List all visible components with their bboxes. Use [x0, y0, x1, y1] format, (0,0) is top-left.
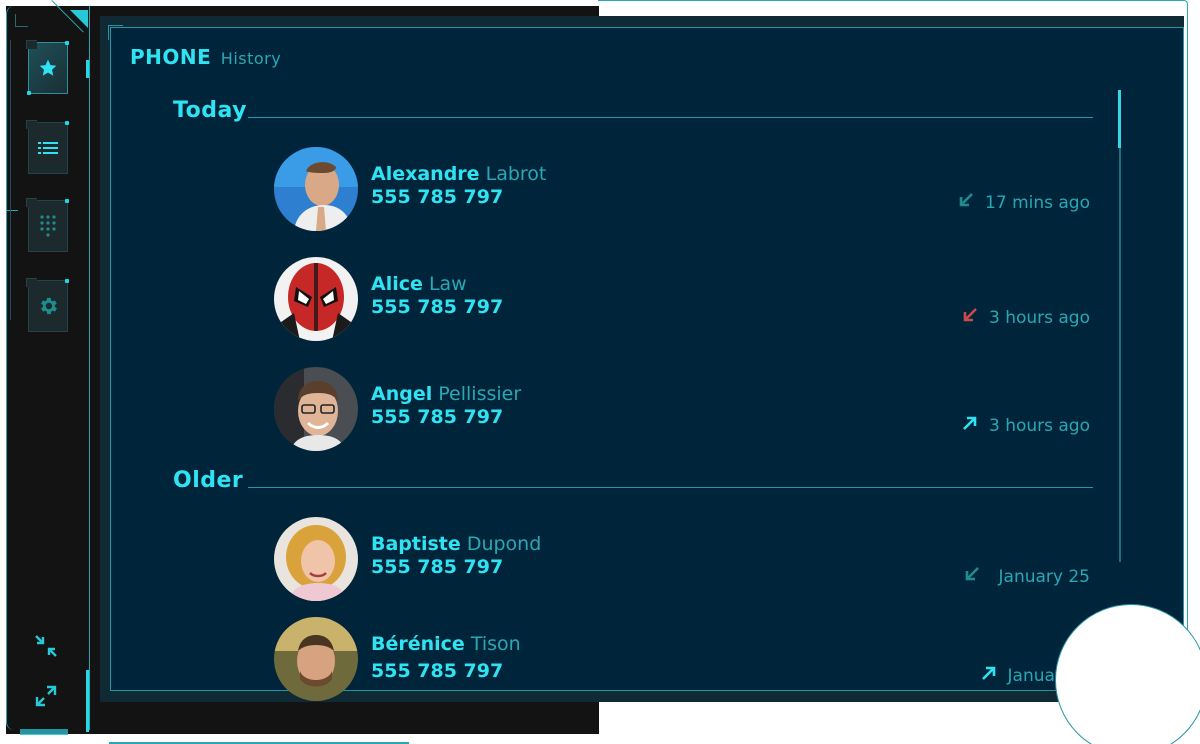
sidebar-bottom-accent	[20, 729, 68, 735]
avatar	[274, 517, 358, 601]
contact-first-name: Baptiste	[371, 533, 461, 555]
contact-phone: 555 785 797	[371, 296, 504, 318]
contact-first-name: Bérénice	[371, 633, 465, 655]
dialpad-icon	[39, 214, 57, 238]
contact-first-name: Alice	[371, 273, 423, 295]
nav-settings-button[interactable]	[26, 278, 69, 332]
sidebar	[6, 6, 90, 730]
contact-phone: 555 785 797	[371, 556, 504, 578]
nav-favorites-button[interactable]	[26, 40, 69, 95]
contact-last-name: Dupond	[466, 533, 542, 555]
contact-name: Angel Pellissier	[371, 383, 521, 405]
collapse-icon	[33, 633, 59, 663]
sidebar-accent	[86, 670, 89, 732]
outgoing-call-icon	[980, 664, 1008, 687]
section-title-today: Today	[173, 98, 247, 123]
call-entry[interactable]: Alexandre Labrot 555 785 797 17 mins ago	[274, 147, 1094, 237]
panel-corner-decoration	[108, 25, 123, 40]
nav-dialpad-button[interactable]	[26, 198, 69, 252]
section-divider	[248, 487, 1093, 488]
gear-icon	[37, 295, 59, 317]
section-title-older: Older	[173, 468, 244, 493]
sidebar-corner-decoration	[70, 10, 88, 28]
incoming-call-icon	[957, 191, 985, 214]
avatar	[274, 257, 358, 341]
sidebar-accent	[86, 60, 89, 78]
contact-first-name: Alexandre	[371, 163, 480, 185]
call-time: 3 hours ago	[961, 306, 1090, 329]
missed-call-icon	[961, 306, 989, 329]
call-entry[interactable]: Baptiste Dupond 555 785 797 January 25	[274, 517, 1094, 607]
contact-phone: 555 785 797	[371, 406, 504, 428]
call-entry[interactable]: Alice Law 555 785 797 3 hours ago	[274, 257, 1094, 347]
call-time: January 25	[963, 565, 1090, 588]
star-icon	[38, 58, 58, 78]
contact-phone: 555 785 797	[371, 660, 504, 682]
page-subtitle: History	[220, 49, 282, 68]
call-entry[interactable]: Bérénice Tison 555 785 797 January	[274, 617, 1094, 707]
contact-name: Bérénice Tison	[371, 633, 521, 655]
sidebar-divider	[10, 40, 11, 320]
contact-last-name: Tison	[470, 633, 521, 655]
contact-last-name: Labrot	[485, 163, 547, 185]
call-time: 17 mins ago	[957, 191, 1090, 214]
avatar	[274, 147, 358, 231]
contact-name: Alexandre Labrot	[371, 163, 546, 185]
expand-icon	[33, 683, 59, 713]
sidebar-tick	[6, 210, 18, 211]
call-time-label: January 25	[998, 566, 1090, 587]
contact-name: Baptiste Dupond	[371, 533, 541, 555]
scrollbar-track[interactable]	[1119, 90, 1121, 562]
page-title: PHONE History	[130, 45, 281, 69]
contact-name: Alice Law	[371, 273, 467, 295]
contact-phone: 555 785 797	[371, 186, 504, 208]
avatar	[274, 367, 358, 451]
call-time-label: 17 mins ago	[985, 192, 1090, 213]
app-title: PHONE	[130, 45, 212, 69]
call-entry[interactable]: Angel Pellissier 555 785 797 3 hours ago	[274, 367, 1094, 457]
avatar	[274, 617, 358, 701]
scrollbar-thumb[interactable]	[1118, 90, 1121, 148]
phone-app: PHONE History Today Alexandre Labrot 555…	[0, 0, 1200, 744]
contact-last-name: Pellissier	[438, 383, 522, 405]
expand-button[interactable]	[30, 682, 62, 714]
collapse-button[interactable]	[30, 632, 62, 664]
call-time-label: 3 hours ago	[988, 415, 1090, 436]
incoming-call-icon	[963, 565, 991, 588]
section-divider	[248, 117, 1093, 118]
list-icon	[37, 139, 59, 157]
contact-last-name: Law	[428, 273, 467, 295]
corner-overlay	[1055, 604, 1200, 744]
outgoing-call-icon	[961, 414, 989, 437]
call-time: 3 hours ago	[961, 414, 1090, 437]
nav-list-button[interactable]	[26, 120, 69, 174]
contact-first-name: Angel	[371, 383, 433, 405]
call-time-label: 3 hours ago	[988, 307, 1090, 328]
